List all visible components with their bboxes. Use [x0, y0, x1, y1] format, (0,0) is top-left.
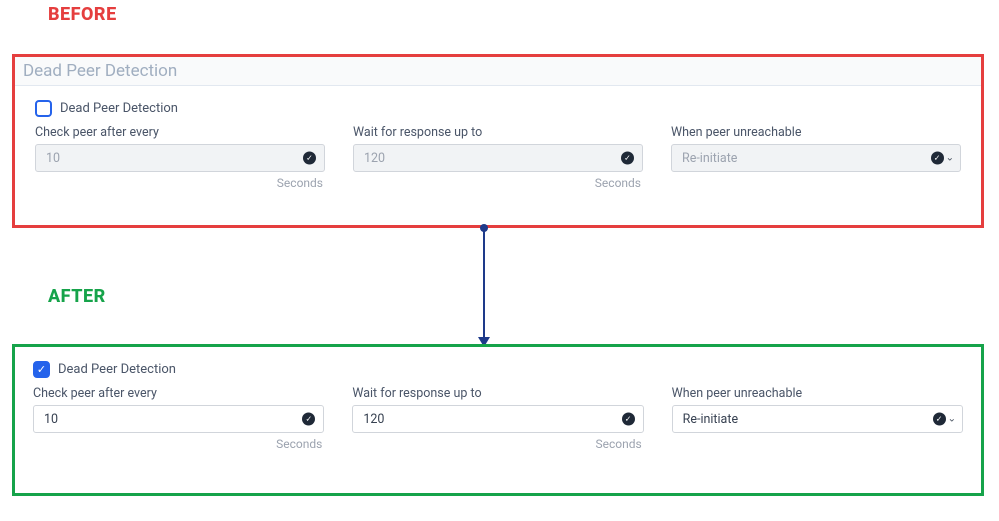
wait-response-value: 120: [363, 412, 384, 427]
valid-icon: ✓: [303, 152, 316, 165]
wait-response-field: Wait for response up to 120 ✓ Seconds: [353, 125, 643, 190]
check-peer-unit: Seconds: [33, 437, 324, 451]
flow-arrow: [483, 228, 485, 344]
check-peer-label: Check peer after every: [35, 125, 325, 140]
check-peer-input[interactable]: 10 ✓: [33, 405, 324, 433]
section-title: Dead Peer Detection: [15, 57, 981, 86]
check-peer-unit: Seconds: [35, 176, 325, 190]
wait-response-field: Wait for response up to 120 ✓ Seconds: [352, 386, 643, 451]
dpd-checkbox-row: Dead Peer Detection: [35, 100, 961, 117]
check-peer-field: Check peer after every 10 ✓ Seconds: [33, 386, 324, 451]
check-peer-input[interactable]: 10 ✓: [35, 144, 325, 172]
before-label: BEFORE: [48, 4, 117, 25]
after-label: AFTER: [48, 286, 106, 307]
chevron-down-icon: ⌄: [948, 414, 956, 425]
select-indicator: ✓ ⌄: [933, 413, 956, 426]
check-peer-value: 10: [44, 412, 58, 427]
before-panel: Dead Peer Detection Dead Peer Detection …: [12, 54, 984, 228]
after-fields-row: Check peer after every 10 ✓ Seconds Wait…: [33, 386, 963, 451]
dpd-checkbox-label: Dead Peer Detection: [58, 362, 176, 377]
unreachable-select[interactable]: Re-initiate ✓ ⌄: [672, 405, 963, 433]
wait-response-input[interactable]: 120 ✓: [353, 144, 643, 172]
before-fields-row: Check peer after every 10 ✓ Seconds Wait…: [35, 125, 961, 190]
check-peer-value: 10: [46, 151, 60, 166]
chevron-down-icon: ⌄: [946, 153, 954, 164]
unreachable-label: When peer unreachable: [671, 125, 961, 140]
wait-response-unit: Seconds: [353, 176, 643, 190]
valid-icon: ✓: [621, 152, 634, 165]
wait-response-unit: Seconds: [352, 437, 643, 451]
check-peer-label: Check peer after every: [33, 386, 324, 401]
unreachable-field: When peer unreachable Re-initiate ✓ ⌄: [671, 125, 961, 190]
select-indicator: ✓ ⌄: [931, 152, 954, 165]
unreachable-select[interactable]: Re-initiate ✓ ⌄: [671, 144, 961, 172]
valid-icon: ✓: [622, 413, 635, 426]
wait-response-input[interactable]: 120 ✓: [352, 405, 643, 433]
unreachable-label: When peer unreachable: [672, 386, 963, 401]
valid-icon: ✓: [302, 413, 315, 426]
unreachable-value: Re-initiate: [682, 151, 737, 166]
after-panel: ✓ Dead Peer Detection Check peer after e…: [12, 344, 984, 496]
unreachable-value: Re-initiate: [683, 412, 738, 427]
valid-icon: ✓: [931, 152, 944, 165]
before-body: Dead Peer Detection Check peer after eve…: [15, 86, 981, 200]
wait-response-label: Wait for response up to: [353, 125, 643, 140]
dpd-checkbox[interactable]: [35, 100, 52, 117]
dpd-checkbox[interactable]: ✓: [33, 361, 50, 378]
valid-icon: ✓: [933, 413, 946, 426]
dpd-checkbox-label: Dead Peer Detection: [60, 101, 178, 116]
dpd-checkbox-row: ✓ Dead Peer Detection: [33, 361, 963, 378]
unreachable-field: When peer unreachable Re-initiate ✓ ⌄: [672, 386, 963, 451]
wait-response-value: 120: [364, 151, 385, 166]
wait-response-label: Wait for response up to: [352, 386, 643, 401]
check-peer-field: Check peer after every 10 ✓ Seconds: [35, 125, 325, 190]
